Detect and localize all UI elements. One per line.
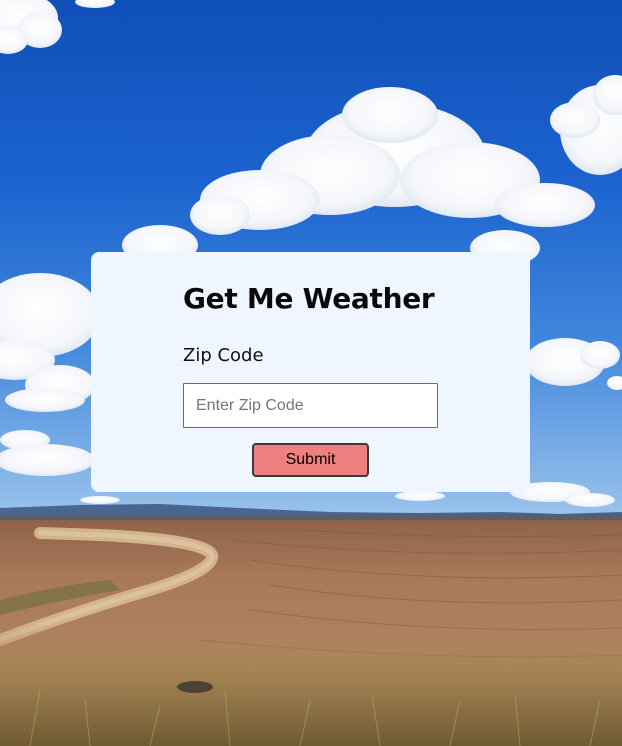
weather-form-card: Get Me Weather Zip Code Submit	[91, 252, 530, 492]
submit-button[interactable]: Submit	[252, 443, 369, 477]
page-title: Get Me Weather	[183, 282, 435, 315]
zip-code-input[interactable]	[183, 383, 438, 428]
zip-code-label: Zip Code	[183, 345, 264, 366]
